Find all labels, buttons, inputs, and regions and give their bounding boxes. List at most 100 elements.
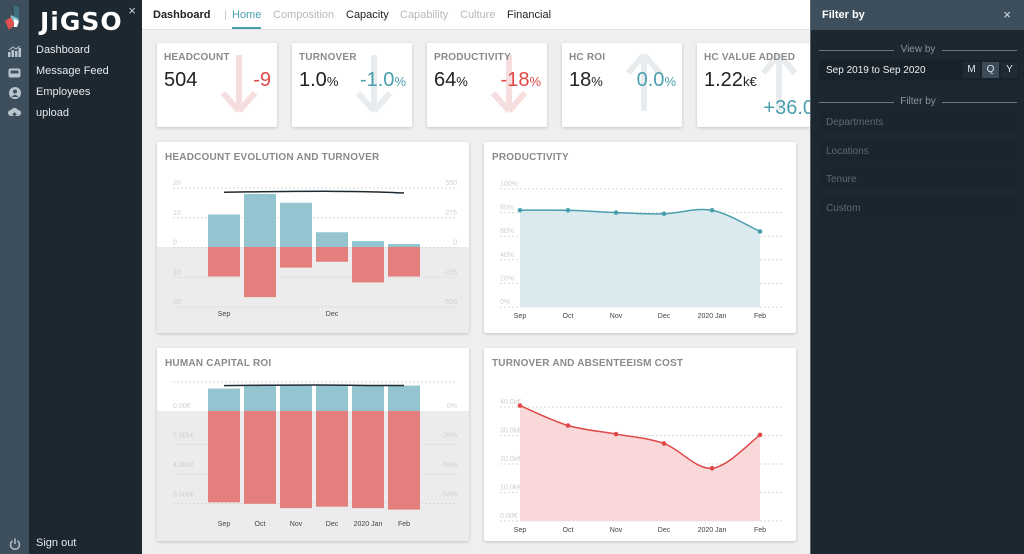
x-tick: Oct [563,313,574,320]
close-filter-icon[interactable]: × [1003,7,1011,22]
inbox-icon[interactable] [7,65,22,80]
filter-departments[interactable]: Departments [819,111,1017,132]
filter-custom[interactable]: Custom [819,197,1017,218]
period-quarter-button[interactable]: Q [982,62,999,78]
data-point [757,432,763,438]
power-icon[interactable] [7,536,22,551]
productivity-panel: PRODUCTIVITY 100% 80% 60% 40% 20% 0% Sep Oct Nov… [484,142,796,333]
kpi-card-turnover[interactable]: TURNOVER 1.0% -1.0% [292,43,412,127]
kpi-label: HEADCOUNT [164,52,230,63]
x-tick: Sep [514,527,527,534]
data-point [661,211,667,217]
tab-culture[interactable]: Culture [460,9,495,21]
logo-icon [5,5,23,31]
kpi-delta: -1.0% [359,69,406,91]
y-tick-right: -550 [443,299,457,306]
chart-icon[interactable] [7,44,22,59]
bar-positive [388,385,420,411]
app-logo: JiGSO [40,7,123,36]
period-month-button[interactable]: M [963,62,980,78]
x-tick: Feb [754,313,766,320]
close-sidebar-icon[interactable]: × [128,3,136,18]
kpi-card-hc-value-added[interactable]: HC VALUE ADDED 1.22k€ +36.0 [697,43,810,127]
y-tick: 40% [500,252,514,259]
headcount-evolution-chart: 20 550 10 275 0 0 10 -275 20 -550 Sep Dec [157,180,469,333]
data-point [709,207,715,213]
filter-locations[interactable]: Locations [819,140,1017,161]
bar-positive [280,385,312,411]
bar-leavers [352,247,384,283]
kpi-label: HC ROI [569,52,606,63]
kpi-card-headcount[interactable]: HEADCOUNT 504 -9 [157,43,277,127]
data-point [517,403,523,408]
y-tick: 100% [500,181,518,188]
bar-leavers [316,247,348,262]
x-tick: Dec [326,521,339,528]
y-tick: 0.00€ [500,513,518,520]
sidebar-item-upload[interactable]: upload [36,107,69,119]
kpi-label: TURNOVER [299,52,357,63]
bar-hires [244,193,276,247]
data-point [565,207,571,213]
y-tick-left: 0 [173,240,177,247]
data-point [661,441,667,446]
x-tick: Nov [610,527,623,534]
bar-leavers [280,247,312,268]
tab-composition[interactable]: Composition [273,9,334,21]
filter-tenure[interactable]: Tenure [819,168,1017,189]
bar-negative [388,411,420,510]
sidebar-item-employees[interactable]: Employees [36,86,90,98]
data-point [709,465,715,471]
x-tick: Sep [218,311,231,318]
date-range-field[interactable]: Sep 2019 to Sep 2020 M Q Y [819,60,1019,80]
x-tick: Feb [754,527,766,534]
tab-capacity[interactable]: Capacity [346,9,389,21]
sidebar-item-message-feed[interactable]: Message Feed [36,65,109,77]
filter-header: Filter by × [811,0,1024,30]
turnover-absenteeism-chart: 40.0k€30.0k€20.0k€10.0k€0.00€Sep Oct Nov De… [500,399,784,534]
x-tick: 2020 Jan [698,313,727,320]
tab-financial[interactable]: Financial [507,9,551,21]
x-tick: Oct [255,521,266,528]
tab-capability[interactable]: Capability [400,9,448,21]
date-range-value: Sep 2019 to Sep 2020 [826,65,926,76]
human-capital-roi-chart: 0.00€ 0% 2.00k€ -28% 4.00k€ -56% 6.00k€ -84% Sep… [157,381,469,541]
tab-home[interactable]: Home [232,9,262,29]
y-tick: 0% [500,299,510,306]
user-icon[interactable] [7,85,22,100]
productivity-chart: 100% 80% 60% 40% 20% 0% Sep Oct Nov Dec 2020 Jan Fe… [500,181,784,320]
y-tick: 60% [500,228,514,235]
upload-icon[interactable] [7,106,22,121]
kpi-delta: +36.0 [763,97,810,119]
negative-zone [157,411,469,541]
x-tick: Nov [610,313,623,320]
y-tick: 80% [500,205,514,212]
period-year-button[interactable]: Y [1001,62,1018,78]
bar-positive [352,385,384,411]
divider [225,10,226,20]
y-tick-left: 20 [173,180,181,187]
y-tick-right: -275 [443,269,457,276]
y-tick-left: 2.00k€ [173,433,194,440]
y-tick-left: 4.00k€ [173,462,194,469]
kpi-value: 64% [434,69,468,91]
bar-leavers [244,247,276,298]
bar-negative [208,411,240,503]
filter-panel: Filter by × View by Sep 2019 to Sep 2020… [810,0,1024,554]
kpi-delta: -18% [500,69,541,91]
bar-hires [352,241,384,247]
x-tick: Feb [398,521,410,528]
sign-out-link[interactable]: Sign out [36,537,76,549]
bar-positive [208,388,240,411]
y-tick: 30.0k€ [500,428,521,435]
sidebar-item-dashboard[interactable]: Dashboard [36,44,90,56]
data-point [757,229,763,234]
kpi-card-hc-roi[interactable]: HC ROI 18% 0.0% [562,43,682,127]
bar-negative [352,411,384,509]
bar-positive [244,385,276,411]
page-title: Dashboard [153,9,211,21]
icon-rail [0,0,29,554]
bar-negative [244,411,276,504]
x-tick: Dec [658,527,671,534]
kpi-card-productivity[interactable]: PRODUCTIVITY 64% -18% [427,43,547,127]
